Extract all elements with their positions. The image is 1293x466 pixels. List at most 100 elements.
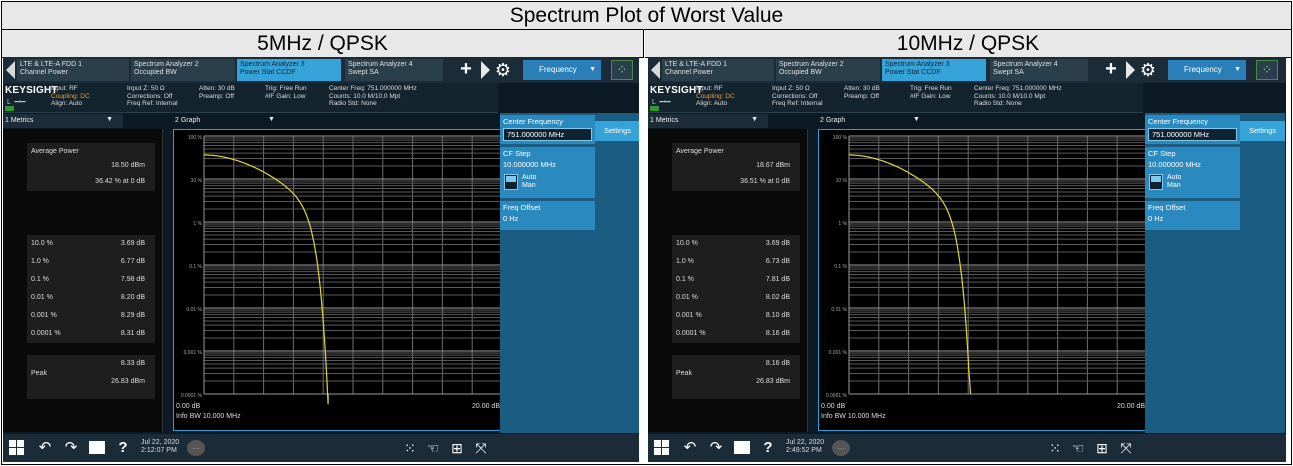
status-indicator-icon[interactable]: ⁘ (611, 60, 633, 80)
frequency-settings-panel: Center Frequency 751.000000 MHz CF Step … (1145, 113, 1240, 433)
table-row: 1.0 % 6.73 dB (676, 258, 790, 265)
y-tick-label: 10 % (191, 178, 203, 184)
table-row: 1.0 % 6.77 dB (31, 258, 145, 265)
brand-logo: KEYSIGHT (5, 85, 58, 96)
cf-step-control[interactable]: CF Step 10.000000 MHz Auto Man (500, 147, 595, 199)
task-bar: ↶ ↷ ? Jul 22, 2020 2:49:52 PM … ⁙ ☜ ⊞ ⤧ (648, 434, 1286, 462)
table-row: 0.1 % 7.81 dB (676, 276, 790, 283)
message-icon[interactable]: … (832, 440, 850, 456)
info-atten: Atten: 30 dB Preamp: Off (199, 85, 235, 100)
cf-step-control[interactable]: CF Step 10.000000 MHz Auto Man (1145, 147, 1240, 199)
layout-grid-icon[interactable]: ⊞ (1092, 438, 1112, 458)
add-tab-icon[interactable]: + (455, 59, 477, 81)
fullscreen-icon[interactable]: ⤧ (1116, 438, 1136, 458)
table-row: 0.0001 % 8.16 dB (676, 330, 790, 337)
y-tick-label: 0.0001 % (826, 393, 848, 399)
average-power-box: Average Power 18.50 dBm 36.42 % at 0 dB (27, 143, 155, 191)
trace-type-icon: L ━•━ (7, 99, 26, 106)
time-label: 2:12:07 PM (141, 447, 177, 454)
peak-dbm-value: 26.83 dBm (756, 378, 790, 385)
frequency-menu-button[interactable]: Frequency ▼ (523, 60, 601, 80)
chevron-down-icon: ▼ (913, 116, 920, 123)
lxi-indicator-icon (5, 106, 14, 111)
touch-icon[interactable]: ☜ (423, 438, 443, 458)
info-bar: KEYSIGHT L ━•━ Input: RF Coupling: DC Alig… (3, 83, 498, 113)
chevron-down-icon: ▼ (106, 116, 113, 123)
peak-box: Peak 8.33 dB 26.83 dBm (27, 355, 155, 399)
man-option[interactable]: Man (522, 182, 536, 189)
ccdf-plot: 100 % 10 % 1 % 0.1 % 0.01 % 0.001 % 0.0001 % (819, 130, 1147, 430)
redo-icon[interactable]: ↷ (706, 438, 726, 458)
folder-icon[interactable] (734, 441, 750, 454)
undo-icon[interactable]: ↶ (680, 438, 700, 458)
frequency-menu-button[interactable]: Frequency ▼ (1168, 60, 1246, 80)
info-center-freq: Center Freq: 751.000000 MHz Counts: 10.0 … (329, 85, 417, 107)
tab-power-stat-ccdf[interactable]: Spectrum Analyzer 3 Power Stat CCDF (882, 59, 986, 81)
table-row: 0.001 % 8.10 dB (676, 312, 790, 319)
layout-grid-icon[interactable]: ⊞ (447, 438, 467, 458)
graph-dropdown[interactable]: 2 Graph ▼ (173, 114, 498, 128)
tab-swept-sa[interactable]: Spectrum Analyzer 4 Swept SA (345, 59, 443, 81)
table-row: 10.0 % 3.69 dB (31, 240, 145, 247)
keypad-icon[interactable]: ⁙ (400, 438, 420, 458)
settings-side-tab[interactable]: Settings (1240, 113, 1285, 433)
tab-occupied-bw[interactable]: Spectrum Analyzer 2 Occupied BW (131, 59, 235, 81)
tab-prev-arrow-icon[interactable] (6, 61, 15, 79)
peak-box: Peak 8.16 dB 26.83 dBm (672, 355, 800, 399)
peak-dbm-value: 26.83 dBm (111, 378, 145, 385)
average-power-percent: 36.51 % at 0 dB (740, 178, 790, 185)
status-indicator-icon[interactable]: ⁘ (1256, 60, 1278, 80)
tab-next-arrow-icon[interactable] (481, 61, 490, 79)
analyzer-screen-5mhz: LTE & LTE-A FDD 1 Channel Power Spectrum … (3, 57, 639, 462)
metrics-dropdown[interactable]: 1 Metrics ▼ (3, 114, 123, 128)
gear-icon[interactable]: ⚙ (493, 60, 513, 80)
center-frequency-value[interactable]: 751.000000 MHz (1148, 128, 1237, 141)
add-tab-icon[interactable]: + (1100, 59, 1122, 81)
tab-swept-sa[interactable]: Spectrum Analyzer 4 Swept SA (990, 59, 1088, 81)
help-icon[interactable]: ? (113, 438, 133, 458)
touch-icon[interactable]: ☜ (1068, 438, 1088, 458)
auto-option[interactable]: Auto (1167, 174, 1181, 181)
ccdf-graph[interactable]: 100 % 10 % 1 % 0.1 % 0.01 % 0.001 % 0.0001 % 0… (818, 129, 1148, 431)
date-time: Jul 22, 2020 2:12:07 PM (141, 439, 179, 455)
gear-icon[interactable]: ⚙ (1138, 60, 1158, 80)
tab-occupied-bw[interactable]: Spectrum Analyzer 2 Occupied BW (776, 59, 880, 81)
table-row: 0.01 % 8.02 dB (676, 294, 790, 301)
center-frequency-control[interactable]: Center Frequency 751.000000 MHz (500, 115, 595, 145)
table-row: 10.0 % 3.69 dB (676, 240, 790, 247)
man-option[interactable]: Man (1167, 182, 1181, 189)
fullscreen-icon[interactable]: ⤧ (471, 438, 491, 458)
ccdf-graph[interactable]: 100 % 10 % 1 % 0.1 % 0.01 % 0.001 % 0.0001 % 0… (173, 129, 503, 431)
info-input-z: Input Z: 50 Ω Corrections: Off Freq Ref: I… (127, 85, 178, 107)
tab-next-arrow-icon[interactable] (1126, 61, 1135, 79)
x-axis-end-label: 20.00 dB (1116, 403, 1145, 410)
metrics-dropdown[interactable]: 1 Metrics ▼ (648, 114, 768, 128)
center-frequency-value[interactable]: 751.000000 MHz (503, 128, 592, 141)
center-frequency-control[interactable]: Center Frequency 751.000000 MHz (1145, 115, 1240, 145)
windows-icon[interactable] (9, 440, 25, 456)
message-icon[interactable]: … (187, 440, 205, 456)
cf-step-value: 10.000000 MHz (1148, 160, 1201, 169)
freq-offset-control[interactable]: Freq Offset 0 Hz (500, 201, 595, 231)
table-row: 0.001 % 8.29 dB (31, 312, 145, 319)
tab-lte-channel-power[interactable]: LTE & LTE-A FDD 1 Channel Power (17, 59, 129, 81)
graph-dropdown[interactable]: 2 Graph ▼ (818, 114, 1143, 128)
freq-offset-control[interactable]: Freq Offset 0 Hz (1145, 201, 1240, 231)
windows-icon[interactable] (654, 440, 670, 456)
info-bar: KEYSIGHT L ━•━ Input: RF Coupling: DC Alig… (648, 83, 1143, 113)
undo-icon[interactable]: ↶ (35, 438, 55, 458)
folder-icon[interactable] (89, 441, 105, 454)
redo-icon[interactable]: ↷ (61, 438, 81, 458)
chevron-down-icon: ▼ (1234, 66, 1241, 73)
y-tick-label: 0.0001 % (181, 393, 203, 399)
help-icon[interactable]: ? (758, 438, 778, 458)
keypad-icon[interactable]: ⁙ (1045, 438, 1065, 458)
plot-background (819, 130, 1147, 430)
tab-lte-channel-power[interactable]: LTE & LTE-A FDD 1 Channel Power (662, 59, 774, 81)
average-power-percent: 36.42 % at 0 dB (95, 178, 145, 185)
date-label: Jul 22, 2020 (786, 439, 825, 446)
tab-power-stat-ccdf[interactable]: Spectrum Analyzer 3 Power Stat CCDF (237, 59, 341, 81)
auto-option[interactable]: Auto (522, 174, 536, 181)
settings-side-tab[interactable]: Settings (595, 113, 639, 433)
tab-prev-arrow-icon[interactable] (651, 61, 660, 79)
